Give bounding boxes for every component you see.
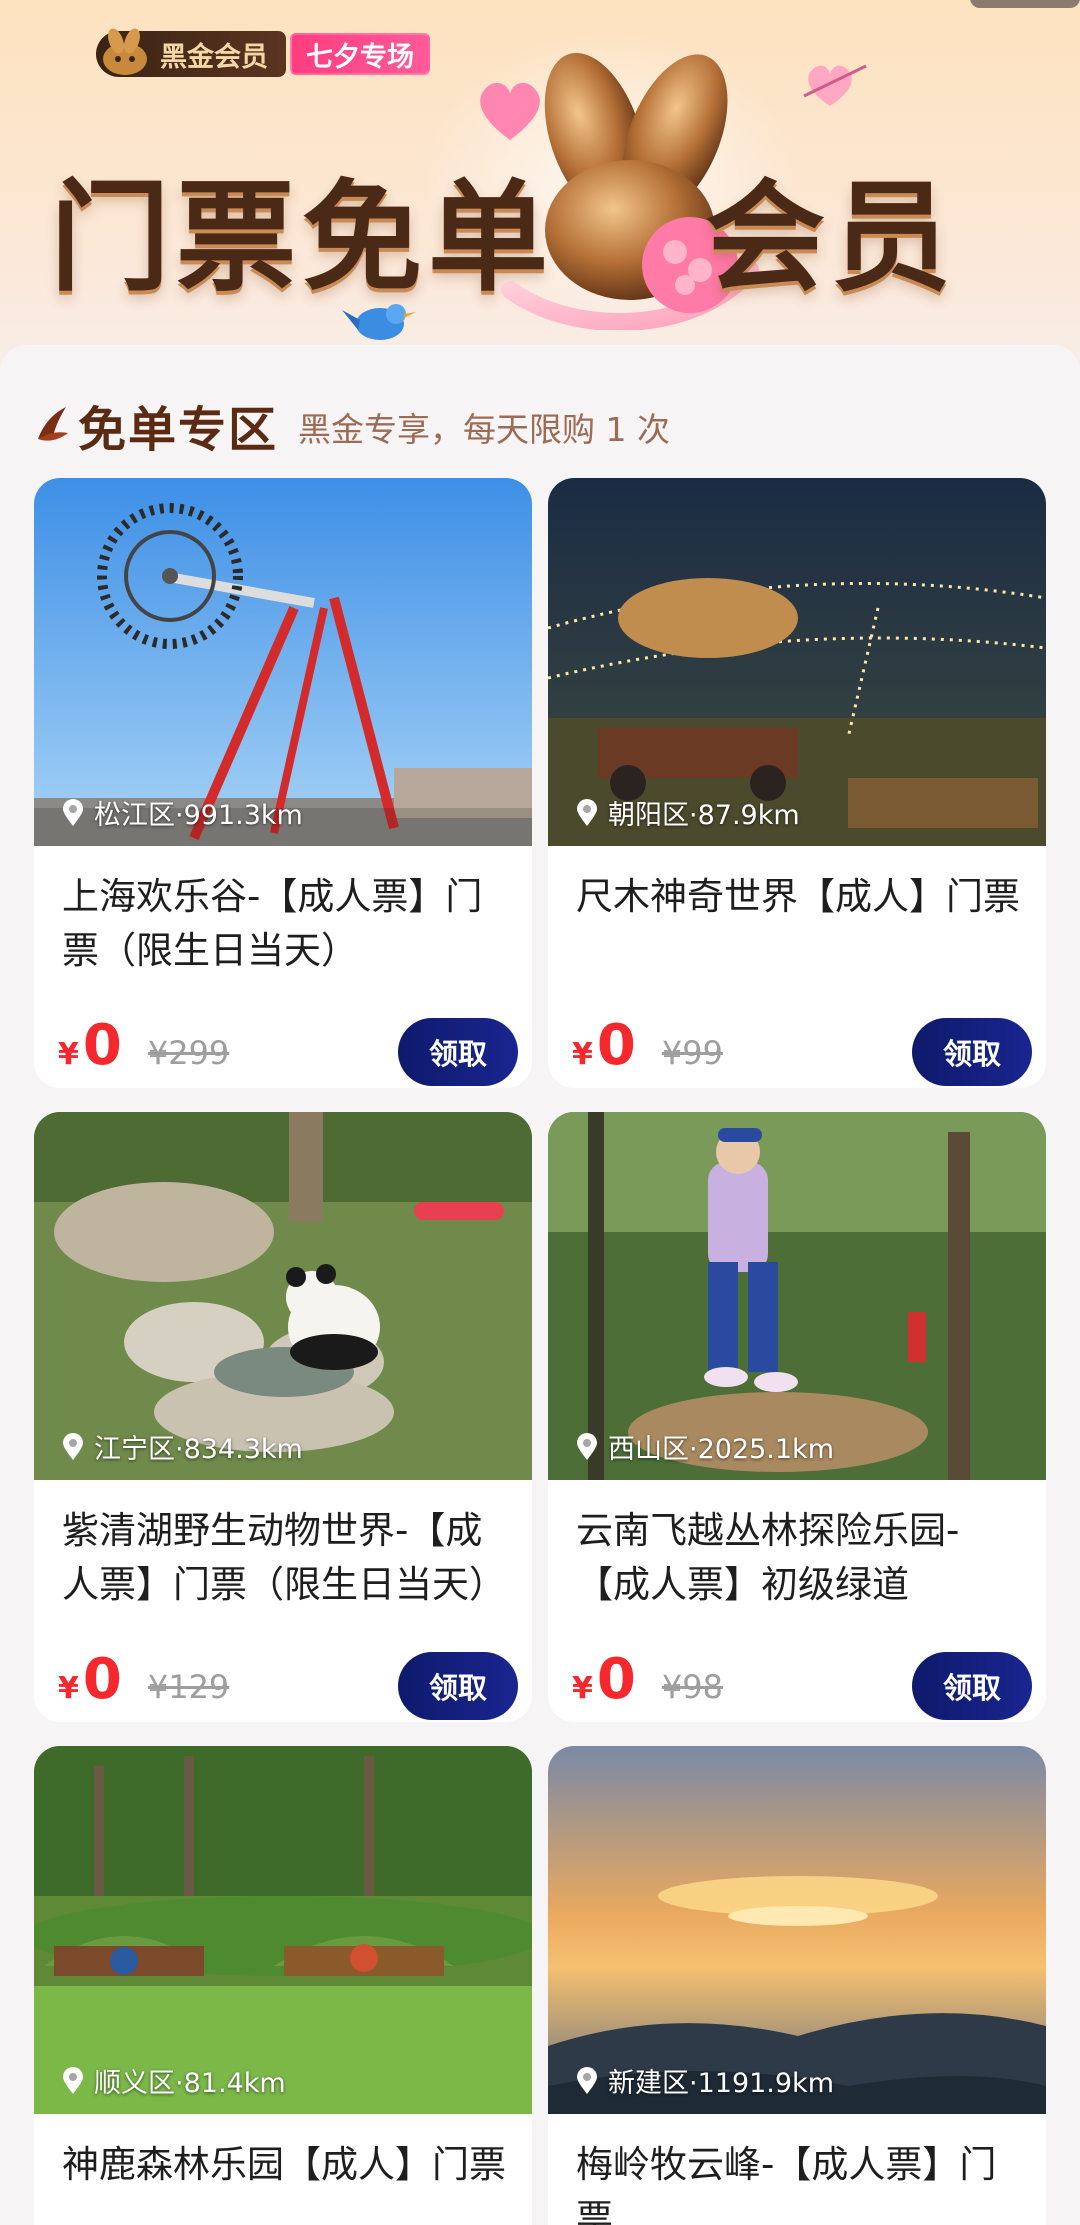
- rabbit-logo-icon: [103, 28, 147, 75]
- original-price: ¥98: [661, 1668, 723, 1706]
- card-price: ¥ 0 ¥129: [58, 1652, 229, 1708]
- promo-banner: 黑金会员 七夕专场 门票免单 会员: [0, 0, 1080, 380]
- currency-symbol: ¥: [572, 1037, 593, 1072]
- original-price: ¥299: [147, 1034, 230, 1072]
- event-label: 七夕专场: [306, 41, 414, 73]
- card-photo: 朝阳区·87.9km: [548, 478, 1046, 846]
- claim-button[interactable]: 领取: [398, 1018, 518, 1086]
- section-header: 免单专区 黑金专享，每天限购 1 次: [34, 395, 670, 458]
- ticket-card[interactable]: 新建区·1191.9km 梅岭牧云峰-【成人票】门票: [548, 1746, 1046, 2225]
- card-title: 尺木神奇世界【成人】门票: [576, 875, 1020, 918]
- card-price: ¥ 0 ¥299: [58, 1018, 229, 1074]
- ticket-card[interactable]: 江宁区·834.3km 紫清湖野生动物世界-【成人票】门票（限生日当天） ¥ 0…: [34, 1112, 532, 1722]
- section-subtitle: 黑金专享，每天限购 1 次: [298, 410, 670, 449]
- card-title: 神鹿森林乐园【成人】门票: [62, 2143, 506, 2186]
- location-pin-icon: [577, 2066, 597, 2094]
- status-pill: [970, 0, 1080, 8]
- card-price: ¥ 0 ¥99: [572, 1018, 723, 1074]
- ticket-card[interactable]: 朝阳区·87.9km 尺木神奇世界【成人】门票 ¥ 0 ¥99 领取: [548, 478, 1046, 1088]
- location-pin-icon: [63, 798, 83, 826]
- card-location: 新建区·1191.9km: [576, 2061, 834, 2100]
- hobbit-house-photo: [34, 1746, 532, 2114]
- headline-right: 会员享: [705, 169, 957, 380]
- section-title: 免单专区: [78, 402, 279, 458]
- current-price: 0: [596, 1013, 636, 1078]
- card-photo: 西山区·2025.1km: [548, 1112, 1046, 1480]
- card-location: 江宁区·834.3km: [62, 1427, 303, 1466]
- rabbit-mark-icon: [38, 407, 68, 441]
- card-location: 顺义区·81.4km: [62, 2061, 286, 2100]
- original-price: ¥129: [147, 1668, 230, 1706]
- headline-left: 门票免单: [50, 169, 554, 308]
- card-photo: 顺义区·81.4km: [34, 1746, 532, 2114]
- card-location: 西山区·2025.1km: [576, 1427, 834, 1466]
- card-price: ¥ 0 ¥98: [572, 1652, 723, 1708]
- location-text: 朝阳区·87.9km: [608, 800, 800, 831]
- heart-arrow-icon: [803, 64, 867, 106]
- claim-button[interactable]: 领取: [398, 1652, 518, 1720]
- currency-symbol: ¥: [58, 1037, 79, 1072]
- location-pin-icon: [577, 798, 597, 826]
- location-text: 顺义区·81.4km: [94, 2068, 286, 2099]
- ticket-card[interactable]: 松江区·991.3km 上海欢乐谷-【成人票】门票（限生日当天） ¥ 0 ¥29…: [34, 478, 532, 1088]
- jungle-adventure-photo: [548, 1112, 1046, 1480]
- bluebird-icon: [342, 304, 416, 340]
- location-text: 西山区·2025.1km: [608, 1434, 834, 1465]
- location-text: 松江区·991.3km: [94, 800, 303, 831]
- card-photo: 新建区·1191.9km: [548, 1746, 1046, 2114]
- card-location: 松江区·991.3km: [62, 793, 303, 832]
- card-photo: 松江区·991.3km: [34, 478, 532, 846]
- vip-label-pill: 黑金会员: [96, 28, 286, 77]
- claim-button[interactable]: 领取: [912, 1018, 1032, 1086]
- night-park-photo: [548, 478, 1046, 846]
- ticket-card[interactable]: 顺义区·81.4km 神鹿森林乐园【成人】门票: [34, 1746, 532, 2225]
- claim-button[interactable]: 领取: [912, 1652, 1032, 1720]
- vip-label: 黑金会员: [160, 41, 268, 73]
- current-price: 0: [82, 1647, 122, 1712]
- card-photo: 江宁区·834.3km: [34, 1112, 532, 1480]
- current-price: 0: [82, 1013, 122, 1078]
- sunset-mountain-photo: [548, 1746, 1046, 2114]
- event-label-pill: 七夕专场: [290, 33, 430, 75]
- currency-symbol: ¥: [58, 1671, 79, 1706]
- heart-icon: [480, 82, 540, 140]
- vip-badge: 黑金会员 七夕专场: [96, 28, 430, 78]
- location-text: 江宁区·834.3km: [94, 1434, 303, 1465]
- card-title: 梅岭牧云峰-【成人票】门票: [576, 2143, 997, 2225]
- current-price: 0: [596, 1647, 636, 1712]
- currency-symbol: ¥: [572, 1671, 593, 1706]
- original-price: ¥99: [661, 1034, 723, 1072]
- card-location: 朝阳区·87.9km: [576, 793, 800, 832]
- ticket-card[interactable]: 西山区·2025.1km 云南飞越丛林探险乐园-【成人票】初级绿道 ¥ 0 ¥9…: [548, 1112, 1046, 1722]
- panda-photo: [34, 1112, 532, 1480]
- card-title: 紫清湖野生动物世界-【成人票】门票（限生日当天）: [62, 1509, 506, 1606]
- location-pin-icon: [63, 2066, 83, 2094]
- ride-photo: [34, 478, 532, 846]
- location-pin-icon: [577, 1432, 597, 1460]
- location-text: 新建区·1191.9km: [608, 2068, 834, 2099]
- location-pin-icon: [63, 1432, 83, 1460]
- card-title: 上海欢乐谷-【成人票】门票（限生日当天）: [62, 875, 483, 972]
- card-title: 云南飞越丛林探险乐园-【成人票】初级绿道: [576, 1509, 960, 1606]
